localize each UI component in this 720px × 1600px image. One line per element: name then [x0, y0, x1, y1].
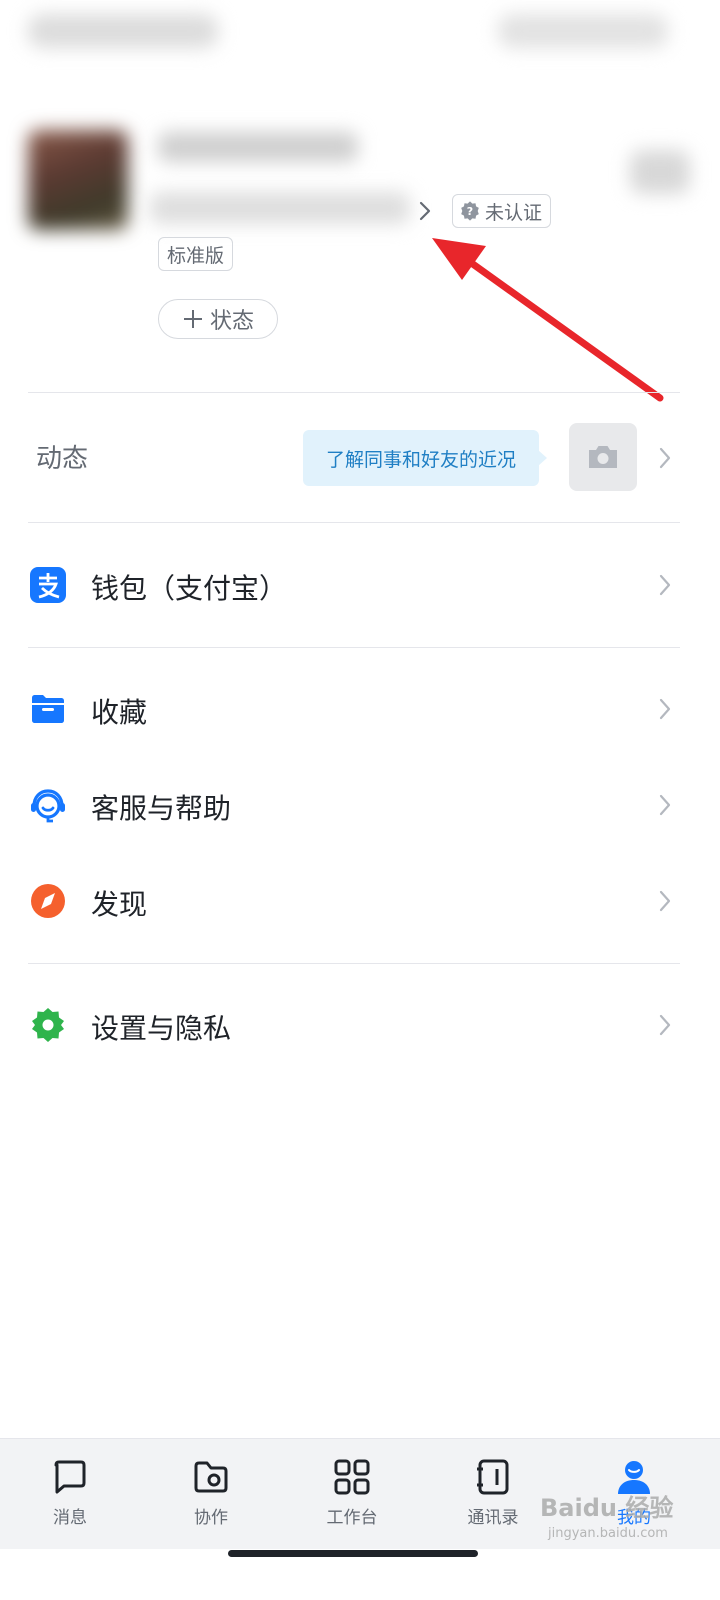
status-button-label: 状态 [209, 309, 254, 334]
moments-label: 动态 [36, 444, 89, 474]
tab-messages[interactable]: 消息 [0, 1439, 140, 1549]
headset-icon [31, 789, 65, 823]
alipay-icon [30, 567, 66, 603]
divider [28, 647, 680, 648]
svg-text:?: ? [467, 205, 473, 218]
bubble-tail [538, 450, 547, 466]
chevron-right-icon [659, 447, 671, 469]
menu-item-favorites[interactable]: 收藏 [0, 664, 720, 754]
menu-item-support[interactable]: 客服与帮助 [0, 760, 720, 850]
home-indicator[interactable] [228, 1550, 478, 1557]
watermark-url: jingyan.baidu.com [548, 1526, 668, 1541]
edition-tag: 标准版 [158, 237, 234, 271]
menu-label-wallet: 钱包（支付宝） [91, 572, 288, 605]
watermark-logo: Baidu 经验 [540, 1494, 674, 1522]
plus-icon [183, 310, 202, 328]
chevron-right-icon [659, 890, 671, 912]
camera-button[interactable] [569, 423, 637, 491]
folder-icon [32, 695, 64, 723]
gear-icon [32, 1008, 64, 1042]
menu-label-settings: 设置与隐私 [91, 1012, 232, 1045]
divider [28, 963, 680, 964]
menu-item-settings[interactable]: 设置与隐私 [0, 980, 720, 1070]
tab-collab[interactable]: 协作 [141, 1439, 281, 1549]
menu-label-favorites: 收藏 [91, 696, 148, 729]
moments-row[interactable]: 动态 了解同事和好友的近况 [0, 394, 720, 522]
tab-label-workbench: 工作台 [326, 1508, 378, 1528]
top-bar [0, 0, 720, 80]
compass-icon [31, 884, 65, 918]
divider [28, 522, 680, 523]
chat-bubble-icon [54, 1460, 86, 1494]
blurred-organization[interactable] [150, 192, 410, 224]
chevron-right-icon [659, 574, 671, 596]
contacts-book-icon [477, 1459, 509, 1495]
grid-icon [334, 1459, 370, 1495]
collab-folder-icon [194, 1461, 228, 1493]
blurred-profile-action[interactable] [630, 150, 690, 194]
chevron-right-icon [659, 698, 671, 720]
divider [28, 392, 680, 393]
blurred-top-action[interactable] [498, 14, 668, 48]
moments-tip-bubble: 了解同事和好友的近况 [303, 430, 539, 486]
chevron-right-icon [659, 1014, 671, 1036]
chevron-right-icon[interactable] [415, 198, 437, 224]
moments-tip-text: 了解同事和好友的近况 [325, 448, 516, 471]
certification-status: 未认证 [485, 201, 543, 224]
menu-item-wallet[interactable]: 钱包（支付宝） [0, 540, 720, 630]
menu-label-support: 客服与帮助 [91, 792, 232, 825]
menu-item-discover[interactable]: 发现 [0, 856, 720, 946]
menu-label-discover: 发现 [91, 888, 148, 921]
tab-label-collab: 协作 [194, 1508, 228, 1528]
avatar[interactable] [28, 130, 128, 230]
camera-icon [589, 446, 617, 468]
add-status-button[interactable]: 状态 [158, 299, 278, 339]
blurred-title [28, 14, 218, 48]
question-shield-icon: ? [461, 201, 479, 221]
tab-label-messages: 消息 [53, 1508, 87, 1528]
chevron-right-icon [659, 794, 671, 816]
tab-workbench[interactable]: 工作台 [282, 1439, 422, 1549]
certification-badge[interactable]: ? 未认证 [452, 194, 552, 228]
blurred-user-name [158, 132, 358, 162]
edition-label: 标准版 [167, 244, 225, 267]
